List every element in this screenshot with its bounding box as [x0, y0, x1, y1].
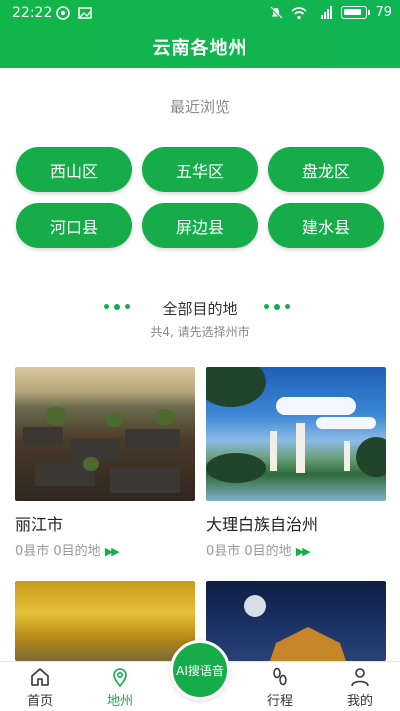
- battery-level: 79: [375, 5, 392, 20]
- nav-home-label: 首页: [26, 694, 53, 709]
- all-destinations-title: 全部目的地: [162, 300, 238, 318]
- destination-card-3[interactable]: [15, 581, 195, 661]
- card-name: 大理白族自治州: [206, 515, 319, 534]
- recent-chip-hekou[interactable]: 河口县: [16, 203, 132, 248]
- card-meta-text: 0县市 0目的地: [15, 544, 101, 559]
- all-destinations-subtitle: 共4, 请先选择州市: [150, 325, 250, 339]
- recent-section-title: 最近浏览: [169, 98, 230, 116]
- forward-arrows-icon: ▶▶: [104, 545, 120, 558]
- battery-icon: [341, 6, 371, 19]
- signal-icon: [321, 5, 333, 19]
- all-destinations-header: 全部目的地: [0, 298, 400, 320]
- forward-arrows-icon: ▶▶: [295, 545, 311, 558]
- user-icon: [351, 668, 369, 687]
- home-icon: [31, 668, 49, 686]
- card-meta: 0县市 0目的地 ▶▶: [15, 540, 195, 559]
- recent-chip-pingbian[interactable]: 屏边县: [142, 203, 258, 248]
- right-dots-decoration: [264, 303, 290, 310]
- status-time: 22:22: [12, 5, 53, 21]
- status-bar: 22:22 79: [0, 0, 400, 26]
- status-right: 79: [269, 5, 392, 20]
- lijiang-photo: [15, 367, 195, 501]
- night-city-photo: [206, 581, 386, 661]
- recent-chip-jianshui[interactable]: 建水县: [268, 203, 384, 248]
- nav-mine-label: 我的: [346, 694, 373, 709]
- recent-chips: 西山区 五华区 盘龙区 河口县 屏边县 建水县: [16, 147, 384, 248]
- location-pin-icon: [113, 668, 127, 688]
- wifi-icon: [291, 6, 307, 19]
- nav-trip-label: 行程: [266, 694, 293, 709]
- nav-region-label: 地州: [106, 694, 133, 709]
- destination-card-lijiang[interactable]: 丽江市 0县市 0目的地 ▶▶: [15, 367, 195, 559]
- ginkgo-photo: [15, 581, 195, 661]
- image-notification-icon: [78, 7, 92, 19]
- dali-photo: [206, 367, 386, 501]
- card-meta-text: 0县市 0目的地: [206, 544, 292, 559]
- mute-icon: [270, 6, 283, 19]
- recent-chip-panlong[interactable]: 盘龙区: [268, 147, 384, 192]
- destination-card-dali[interactable]: 大理白族自治州 0县市 0目的地 ▶▶: [206, 367, 386, 559]
- app-notification-icon: [56, 6, 70, 20]
- top-bar: 22:22 79 云南各地州: [0, 0, 400, 68]
- nav-mine[interactable]: 我的: [330, 666, 390, 709]
- recent-chip-wuhua[interactable]: 五华区: [142, 147, 258, 192]
- nav-home[interactable]: 首页: [10, 666, 70, 709]
- page-title: 云南各地州: [152, 38, 248, 59]
- recent-chip-xishan[interactable]: 西山区: [16, 147, 132, 192]
- ai-voice-search-button[interactable]: AI搜语音: [170, 640, 230, 700]
- nav-trip[interactable]: 行程: [250, 666, 310, 709]
- card-name: 丽江市: [15, 515, 64, 534]
- destination-card-4[interactable]: [206, 581, 386, 661]
- nav-region[interactable]: 地州: [90, 666, 150, 709]
- footprints-icon: [273, 667, 287, 686]
- card-meta: 0县市 0目的地 ▶▶: [206, 540, 386, 559]
